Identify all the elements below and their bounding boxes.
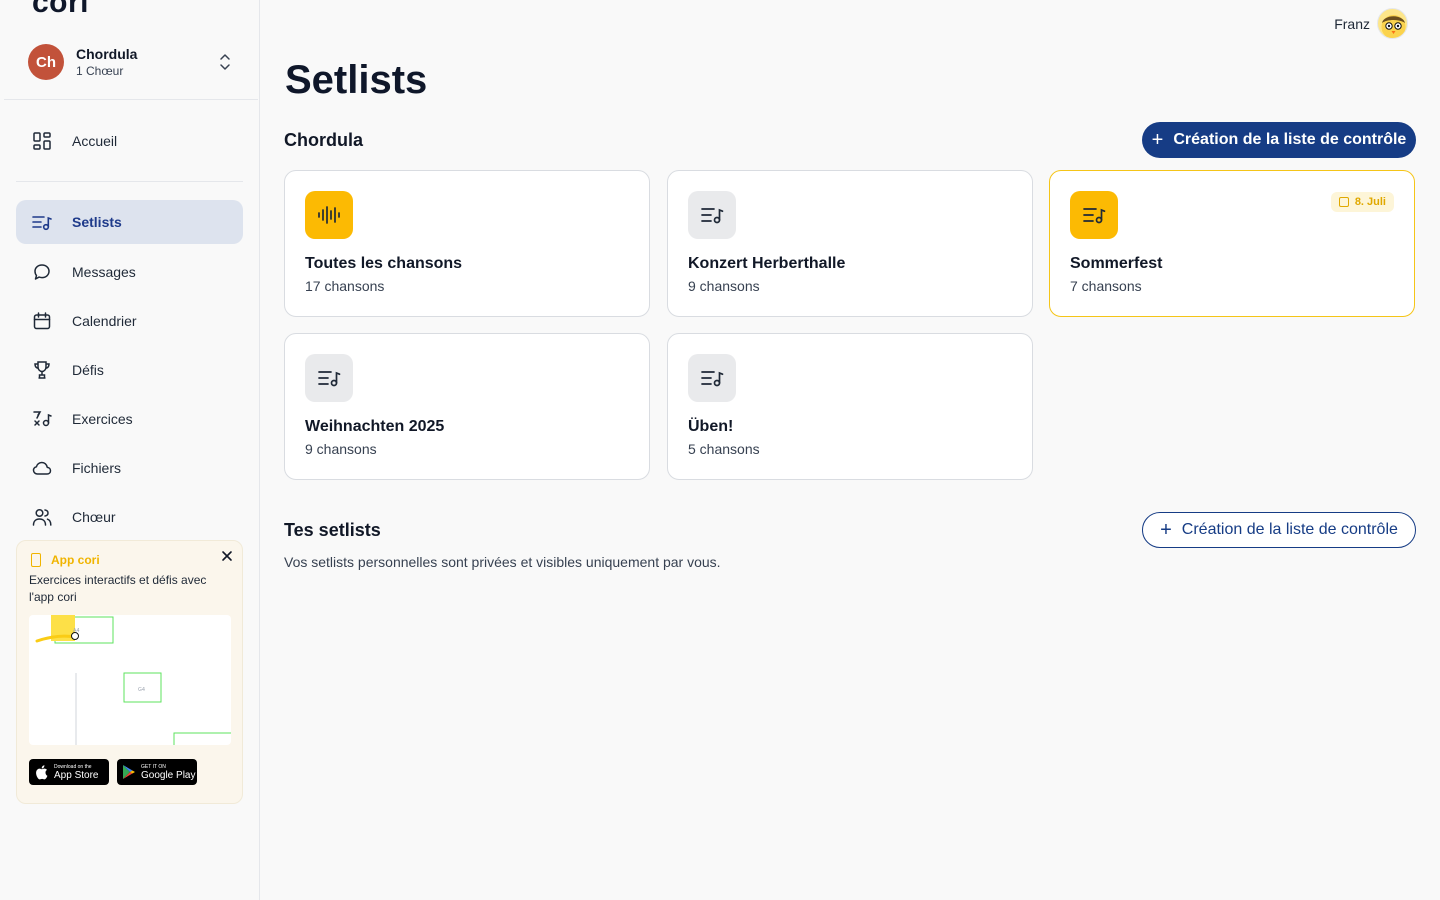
setlist-icon bbox=[688, 191, 736, 239]
waveform-icon bbox=[305, 191, 353, 239]
sidebar-item-messages[interactable]: Messages bbox=[16, 250, 243, 294]
card-count: 7 chansons bbox=[1070, 278, 1142, 294]
google-play-button[interactable]: GET IT ON Google Play bbox=[117, 759, 197, 785]
promo-title: App cori bbox=[31, 553, 100, 567]
setlist-icon bbox=[1070, 191, 1118, 239]
dashboard-icon bbox=[32, 131, 52, 151]
button-label: Création de la liste de contrôle bbox=[1181, 521, 1398, 538]
card-title: Konzert Herberthalle bbox=[688, 255, 846, 272]
sidebar-item-files[interactable]: Fichiers bbox=[16, 446, 243, 490]
setlist-icon bbox=[32, 212, 52, 232]
sidebar-item-exercises[interactable]: Exercices bbox=[16, 397, 243, 441]
setlist-icon bbox=[688, 354, 736, 402]
user-name[interactable]: Franz bbox=[1334, 16, 1370, 32]
personal-setlists-description: Vos setlists personnelles sont privées e… bbox=[284, 554, 721, 570]
card-count: 9 chansons bbox=[688, 278, 760, 294]
google-play-icon bbox=[123, 765, 135, 779]
create-setlist-button[interactable]: + Création de la liste de contrôle bbox=[1142, 122, 1416, 158]
app-store-button[interactable]: Download on the App Store bbox=[29, 759, 109, 785]
setlist-card-weihnachten[interactable]: Weihnachten 2025 9 chansons bbox=[284, 333, 650, 480]
page-title: Setlists bbox=[285, 58, 428, 102]
apple-icon bbox=[36, 765, 48, 780]
sidebar-item-label: Défis bbox=[72, 362, 104, 378]
store-caption: Download on the bbox=[54, 763, 92, 770]
card-title: Weihnachten 2025 bbox=[305, 418, 445, 435]
plus-icon: + bbox=[1151, 129, 1164, 151]
section-title-personal: Tes setlists bbox=[284, 520, 381, 540]
sidebar-item-label: Messages bbox=[72, 264, 136, 280]
sidebar-item-calendar[interactable]: Calendrier bbox=[16, 299, 243, 343]
sidebar-item-label: Setlists bbox=[72, 214, 122, 230]
sidebar-item-label: Calendrier bbox=[72, 313, 137, 329]
note-label: G4 bbox=[138, 687, 145, 693]
cloud-icon bbox=[32, 458, 52, 478]
users-icon bbox=[32, 507, 52, 527]
sidebar-item-label: Fichiers bbox=[72, 460, 122, 476]
choir-avatar: Ch bbox=[28, 44, 64, 80]
note-label: A4 bbox=[73, 628, 80, 634]
chat-bubble-icon bbox=[32, 262, 52, 282]
sidebar-item-label: Chœur bbox=[72, 509, 116, 525]
sidebar-item-challenges[interactable]: Défis bbox=[16, 348, 243, 392]
calendar-icon bbox=[32, 311, 52, 331]
choir-name: Chordula bbox=[76, 46, 138, 62]
setlist-card-sommerfest[interactable]: 8. Juli Sommerfest 7 chansons bbox=[1049, 170, 1415, 317]
promo-title-text: App cori bbox=[51, 553, 100, 567]
sidebar-item-choir[interactable]: Chœur bbox=[16, 495, 243, 539]
card-title: Toutes les chansons bbox=[305, 255, 463, 272]
setlist-card-all-songs[interactable]: Toutes les chansons 17 chansons bbox=[284, 170, 650, 317]
plus-icon: + bbox=[1160, 519, 1172, 541]
app-promo-card: App cori Exercices interactifs et défis … bbox=[16, 540, 243, 804]
card-title: Üben! bbox=[688, 418, 734, 435]
sidebar-item-setlists[interactable]: Setlists bbox=[16, 200, 243, 244]
sidebar-item-label: Exercices bbox=[72, 411, 133, 427]
phone-icon bbox=[31, 553, 41, 567]
promo-text: Exercices interactifs et défis avec l'ap… bbox=[29, 573, 207, 604]
date-badge: 8. Juli bbox=[1330, 192, 1394, 212]
avatar[interactable] bbox=[1377, 8, 1408, 39]
button-label: Création de la liste de contrôle bbox=[1173, 131, 1407, 148]
sidebar: cori Ch Chordula 1 Chœur Accueil Setlist… bbox=[0, 0, 260, 900]
sidebar-item-label: Accueil bbox=[72, 133, 118, 149]
create-personal-setlist-button[interactable]: + Création de la liste de contrôle bbox=[1142, 512, 1416, 548]
trophy-icon bbox=[32, 360, 52, 380]
section-title-choir: Chordula bbox=[284, 130, 363, 150]
chevron-up-down-icon bbox=[220, 54, 230, 70]
choir-subtitle: 1 Chœur bbox=[76, 64, 124, 78]
promo-preview-image: A4 G4 bbox=[29, 615, 231, 745]
store-name: App Store bbox=[54, 769, 99, 781]
store-name: Google Play bbox=[141, 769, 196, 781]
sidebar-item-home[interactable]: Accueil bbox=[16, 119, 243, 163]
setlist-icon bbox=[305, 354, 353, 402]
divider bbox=[4, 99, 258, 100]
card-count: 17 chansons bbox=[305, 278, 385, 294]
card-count: 9 chansons bbox=[305, 441, 377, 457]
close-icon[interactable] bbox=[220, 549, 234, 563]
app-logo[interactable]: cori bbox=[32, 0, 89, 20]
setlist-card-konzert[interactable]: Konzert Herberthalle 9 chansons bbox=[667, 170, 1033, 317]
choir-switcher[interactable]: Ch Chordula 1 Chœur bbox=[16, 40, 244, 84]
setlist-card-ueben[interactable]: Üben! 5 chansons bbox=[667, 333, 1033, 480]
exercise-icon bbox=[32, 409, 52, 429]
card-title: Sommerfest bbox=[1070, 255, 1163, 272]
calendar-icon bbox=[1338, 197, 1349, 207]
card-count: 5 chansons bbox=[688, 441, 760, 457]
divider bbox=[16, 181, 243, 182]
date-text: 8. Juli bbox=[1354, 196, 1386, 208]
